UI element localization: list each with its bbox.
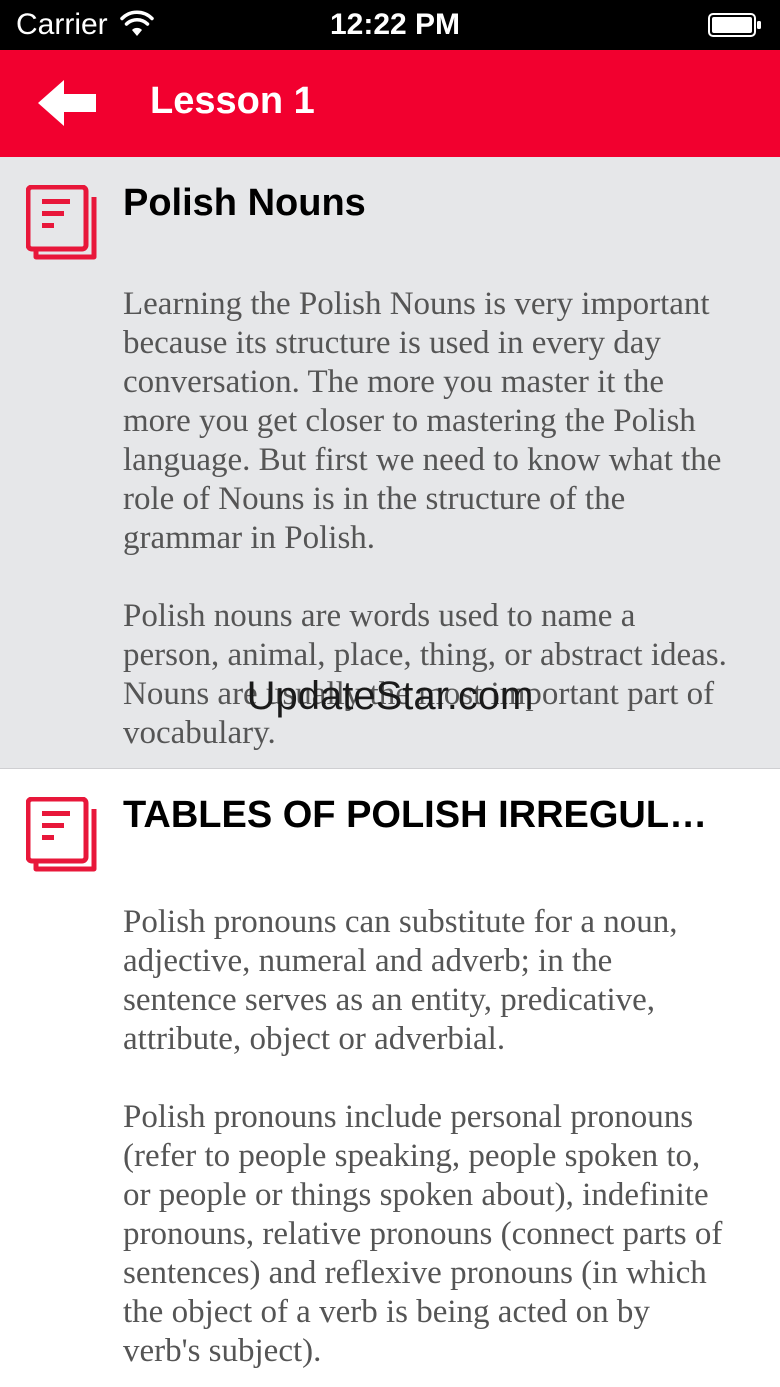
status-bar: Carrier 12:22 PM	[0, 0, 780, 50]
nav-bar: Lesson 1	[0, 50, 780, 157]
clock-label: 12:22 PM	[329, 8, 461, 41]
lesson-title: Polish Nouns	[123, 182, 366, 224]
back-button[interactable]	[36, 76, 100, 130]
lesson-paragraph: Polish pronouns include personal pronoun…	[123, 1099, 723, 1369]
lesson-screen: Carrier 12:22 PM Lesson 1 Polish Nouns L…	[0, 0, 780, 1387]
page-title: Lesson 1	[150, 80, 315, 122]
lesson-list-item[interactable]: Polish Nouns Learning the Polish Nouns i…	[0, 157, 780, 769]
lesson-paragraph: Polish pronouns can substitute for a nou…	[123, 904, 678, 1057]
lesson-paragraph: Polish nouns are words used to name a pe…	[123, 598, 727, 751]
lesson-description: Learning the Polish Nouns is very import…	[123, 285, 733, 768]
lesson-description: Polish pronouns can substitute for a nou…	[123, 903, 733, 1387]
book-icon	[26, 185, 97, 260]
lesson-paragraph: Learning the Polish Nouns is very import…	[123, 286, 722, 556]
lesson-title: TABLES OF POLISH IRREGULAR PRONOUNS	[123, 794, 723, 836]
battery-icon	[708, 13, 761, 37]
lesson-list-item[interactable]: TABLES OF POLISH IRREGULAR PRONOUNS Poli…	[0, 769, 780, 1387]
arrow-left-icon	[38, 80, 96, 126]
book-icon	[26, 797, 97, 872]
